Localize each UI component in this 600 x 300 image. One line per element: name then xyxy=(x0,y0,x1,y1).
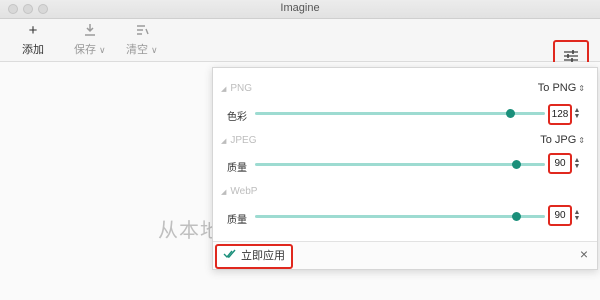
jpeg-slider[interactable] xyxy=(255,160,545,169)
jpeg-slider-knob[interactable] xyxy=(512,160,521,169)
png-value-field[interactable]: 128 xyxy=(548,104,572,125)
plus-icon: + xyxy=(28,22,38,39)
png-slider[interactable] xyxy=(255,109,545,118)
popover-footer: 立即应用 × xyxy=(213,241,597,269)
updown-icon: ⇕ xyxy=(578,84,585,93)
jpeg-stepper[interactable]: ▲ ▼ xyxy=(573,157,581,170)
title-bar: Imagine xyxy=(0,0,600,19)
disclosure-triangle-icon: ◢ xyxy=(221,86,227,93)
webp-stepper[interactable]: ▲ ▼ xyxy=(573,209,581,222)
updown-icon: ⇕ xyxy=(578,136,585,145)
disclosure-triangle-icon: ◢ xyxy=(221,138,227,145)
png-slider-knob[interactable] xyxy=(506,109,516,118)
apply-now-button[interactable]: 立即应用 xyxy=(215,244,293,269)
png-format-select[interactable]: To PNG ⇕ xyxy=(538,82,585,94)
jpeg-value-field[interactable]: 90 xyxy=(548,153,572,174)
chevron-down-icon: ∨ xyxy=(151,45,158,55)
jpeg-section-label: JPEG xyxy=(230,135,257,146)
webp-value-field[interactable]: 90 xyxy=(548,205,572,226)
png-param-label: 色彩 xyxy=(227,112,247,123)
save-label: 保存 xyxy=(74,44,96,56)
clear-button[interactable]: 清空 ∨ xyxy=(126,23,158,57)
download-icon xyxy=(74,23,106,39)
webp-slider[interactable] xyxy=(255,212,545,221)
add-label: 添加 xyxy=(22,44,44,56)
window-title: Imagine xyxy=(280,2,320,14)
png-format-label: To PNG xyxy=(537,82,577,94)
png-section-header[interactable]: ◢ PNG xyxy=(221,83,252,94)
close-icon[interactable]: × xyxy=(577,247,591,261)
clear-label: 清空 xyxy=(126,44,148,56)
jpeg-format-label: To JPG xyxy=(540,134,577,146)
clear-list-icon xyxy=(126,23,158,39)
add-button[interactable]: + 添加 xyxy=(22,23,44,57)
webp-section-label: WebP xyxy=(230,186,258,197)
png-stepper[interactable]: ▲ ▼ xyxy=(573,107,581,120)
jpeg-format-select[interactable]: To JPG ⇕ xyxy=(540,134,585,146)
settings-popover: ◢ PNG To PNG ⇕ 色彩 128 ▲ ▼ ◢ JPEG To JPG ⇕ 质量 … xyxy=(212,67,598,270)
apply-now-label: 立即应用 xyxy=(241,250,285,262)
jpeg-section-header[interactable]: ◢ JPEG xyxy=(221,135,257,146)
toolbar: + 添加 保存 ∨ 清空 ∨ xyxy=(0,19,600,76)
png-section-label: PNG xyxy=(230,83,253,94)
webp-section-header[interactable]: ◢ WebP xyxy=(221,186,257,197)
webp-slider-knob[interactable] xyxy=(512,212,521,221)
save-button[interactable]: 保存 ∨ xyxy=(74,23,106,57)
double-check-icon xyxy=(223,246,237,267)
webp-param-label: 质量 xyxy=(227,215,247,226)
chevron-down-icon: ∨ xyxy=(99,45,106,55)
disclosure-triangle-icon: ◢ xyxy=(221,189,227,196)
jpeg-param-label: 质量 xyxy=(227,163,247,174)
